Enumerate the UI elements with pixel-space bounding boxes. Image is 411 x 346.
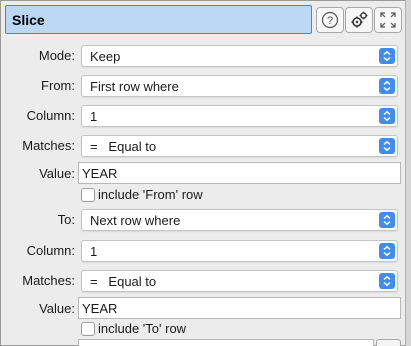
from-column-value: 1 (90, 109, 98, 124)
window-edge (405, 0, 411, 346)
mode-select[interactable]: Keep (81, 45, 398, 67)
to-value-text: YEAR (82, 301, 118, 316)
from-select[interactable]: First row where (81, 75, 398, 97)
from-matches-select[interactable]: = Equal to (81, 135, 398, 157)
to-label: To: (57, 212, 75, 227)
svg-text:?: ? (327, 15, 333, 27)
include-from-label: include 'From' row (98, 187, 203, 202)
help-circle-icon: ? (321, 11, 339, 29)
to-matches-label: Matches: (22, 273, 75, 288)
from-matches-value: = Equal to (90, 139, 157, 154)
select-arrows-icon (379, 48, 395, 64)
panel-title: Slice (12, 12, 45, 28)
expand-button[interactable] (374, 7, 402, 33)
from-value-input[interactable]: YEAR (78, 162, 401, 184)
partial-button[interactable] (376, 339, 401, 346)
include-to-label: include 'To' row (98, 321, 187, 336)
from-value-text: YEAR (82, 166, 118, 181)
mode-label: Mode: (38, 48, 75, 63)
select-arrows-icon (379, 78, 395, 94)
expand-arrows-icon (380, 12, 396, 28)
to-value: Next row where (90, 213, 181, 228)
select-arrows-icon (379, 138, 395, 154)
to-column-value: 1 (90, 244, 98, 259)
help-button[interactable]: ? (316, 7, 344, 33)
from-matches-label: Matches: (22, 138, 75, 153)
select-arrows-icon (379, 243, 395, 259)
from-column-select[interactable]: 1 (81, 105, 398, 127)
from-label: From: (41, 78, 75, 93)
select-arrows-icon (379, 108, 395, 124)
to-value-input[interactable]: YEAR (78, 297, 401, 319)
to-matches-value: = Equal to (90, 274, 157, 289)
to-column-label: Column: (26, 243, 75, 258)
settings-button[interactable] (345, 7, 373, 33)
include-to-checkbox[interactable] (81, 322, 95, 336)
from-value: First row where (90, 79, 179, 94)
to-column-select[interactable]: 1 (81, 240, 398, 262)
to-select[interactable]: Next row where (81, 209, 398, 231)
select-arrows-icon (379, 273, 395, 289)
mode-value: Keep (90, 49, 121, 64)
gears-icon (351, 11, 368, 28)
include-from-checkbox[interactable] (81, 188, 95, 202)
to-value-label: Value: (39, 301, 75, 316)
from-column-label: Column: (26, 108, 75, 123)
slice-panel: Slice ? Mode: Keep From: First row where… (0, 0, 411, 346)
partial-input[interactable] (78, 339, 374, 346)
panel-title-bar[interactable]: Slice (5, 5, 312, 34)
to-matches-select[interactable]: = Equal to (81, 270, 398, 292)
select-arrows-icon (379, 212, 395, 228)
from-value-label: Value: (39, 166, 75, 181)
